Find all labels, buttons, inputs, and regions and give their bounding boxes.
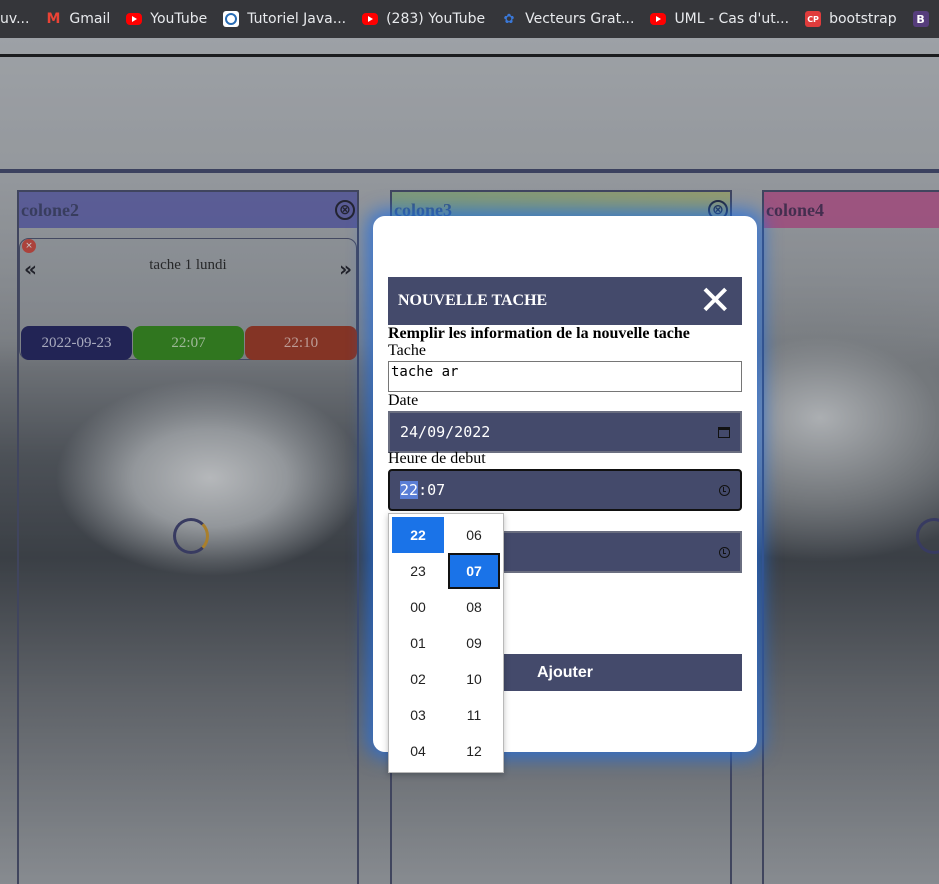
bookmark-bootstrap-icon[interactable]: B xyxy=(905,0,939,38)
modal-title: NOUVELLE TACHE xyxy=(398,292,548,309)
hour-option[interactable]: 23 xyxy=(392,553,444,589)
start-hour-segment[interactable]: 22 xyxy=(400,481,419,499)
minute-option[interactable]: 06 xyxy=(448,517,500,553)
minute-option[interactable]: 10 xyxy=(448,661,500,697)
bookmarks-bar: uv... M Gmail YouTube Tutoriel Java... (… xyxy=(0,0,939,38)
youtube-icon xyxy=(650,13,667,25)
calendar-icon[interactable] xyxy=(718,426,730,438)
task-input[interactable]: tache ar xyxy=(388,361,742,392)
bookmark-gmail[interactable]: M Gmail xyxy=(37,0,118,38)
hour-option[interactable]: 00 xyxy=(392,589,444,625)
clock-icon[interactable] xyxy=(719,484,730,496)
date-input[interactable]: 24/09/2022 xyxy=(388,411,742,453)
date-value: 24/09/2022 xyxy=(400,423,491,441)
tutoriel-icon xyxy=(223,11,240,27)
bookmark-label: Tutoriel Java... xyxy=(247,11,347,27)
vecteurs-icon: ✿ xyxy=(503,11,515,27)
start-time-input[interactable]: 22:07 xyxy=(388,469,742,511)
minute-option[interactable]: 11 xyxy=(448,697,500,733)
bookmark-youtube-283[interactable]: (283) YouTube xyxy=(354,0,493,38)
minute-option[interactable]: 09 xyxy=(448,625,500,661)
codepen-icon: CP xyxy=(805,11,822,27)
bookmark-uml[interactable]: UML - Cas d'ut... xyxy=(642,0,797,38)
time-picker-dropdown: 22 23 00 01 02 03 04 06 07 08 09 10 11 1… xyxy=(388,513,504,773)
bookmark-label: UML - Cas d'ut... xyxy=(674,11,790,27)
close-icon[interactable]: ✕ xyxy=(698,281,732,321)
hour-option[interactable]: 22 xyxy=(392,517,444,553)
modal-subtitle: Remplir les information de la nouvelle t… xyxy=(388,325,690,342)
minute-option[interactable]: 08 xyxy=(448,589,500,625)
modal-header: NOUVELLE TACHE ✕ xyxy=(388,277,742,325)
minute-option[interactable]: 07 xyxy=(448,553,500,589)
task-label: Tache xyxy=(388,342,426,359)
bookmark-bootstrap[interactable]: CP bootstrap xyxy=(797,0,905,38)
hour-option[interactable]: 02 xyxy=(392,661,444,697)
bookmark-label: bootstrap xyxy=(829,11,897,27)
clock-icon[interactable] xyxy=(719,546,730,558)
bookmark-youtube[interactable]: YouTube xyxy=(118,0,215,38)
bookmark-label: (283) YouTube xyxy=(386,11,486,27)
gmail-icon: M xyxy=(46,11,61,27)
bookmark-vecteurs[interactable]: ✿ Vecteurs Grat... xyxy=(493,0,642,38)
date-label: Date xyxy=(388,392,419,409)
minute-column: 06 07 08 09 10 11 12 xyxy=(448,517,500,769)
start-minute-segment[interactable]: 07 xyxy=(427,481,445,499)
bookmark-label: uv... xyxy=(0,11,30,27)
start-time-value: 22:07 xyxy=(400,481,446,499)
bookmark-label: YouTube xyxy=(150,11,208,27)
start-time-label: Heure de debut xyxy=(388,450,486,467)
youtube-icon xyxy=(362,13,379,25)
youtube-icon xyxy=(126,13,143,25)
hour-option[interactable]: 03 xyxy=(392,697,444,733)
bookmark-0[interactable]: uv... xyxy=(0,0,37,38)
hour-option[interactable]: 04 xyxy=(392,733,444,769)
hour-option[interactable]: 01 xyxy=(392,625,444,661)
minute-option[interactable]: 12 xyxy=(448,733,500,769)
bookmark-tutoriel-java[interactable]: Tutoriel Java... xyxy=(215,0,354,38)
hour-column: 22 23 00 01 02 03 04 xyxy=(392,517,444,769)
bootstrap-icon: B xyxy=(912,11,929,27)
bookmark-label: Vecteurs Grat... xyxy=(525,11,635,27)
bookmark-label: Gmail xyxy=(69,11,111,27)
